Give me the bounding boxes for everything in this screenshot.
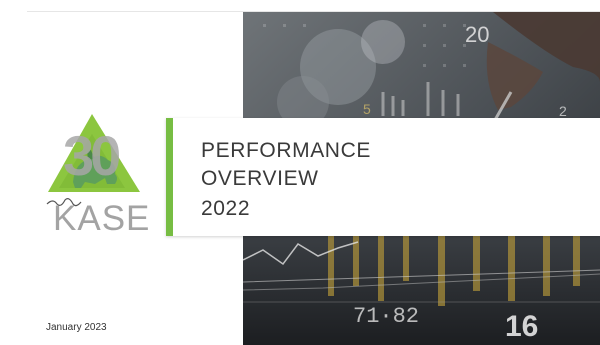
overlay-number: 20 — [465, 22, 489, 47]
title-line-1: PERFORMANCE — [201, 139, 371, 162]
title-line-2: OVERVIEW — [201, 167, 319, 190]
overlay-number: 2 — [559, 103, 567, 119]
overlay-number: 5 — [363, 101, 371, 117]
overlay-number: 71·82 — [353, 304, 419, 329]
title-accent-bar — [166, 118, 173, 236]
title-card: PERFORMANCE OVERVIEW 2022 — [166, 118, 600, 236]
logo-anniversary-number: 30 — [63, 124, 121, 187]
report-date: January 2023 — [46, 322, 107, 333]
logo-wordmark: KASE — [53, 199, 151, 238]
overlay-number: 16 — [505, 310, 538, 343]
title-line-3: 2022 — [201, 197, 251, 220]
